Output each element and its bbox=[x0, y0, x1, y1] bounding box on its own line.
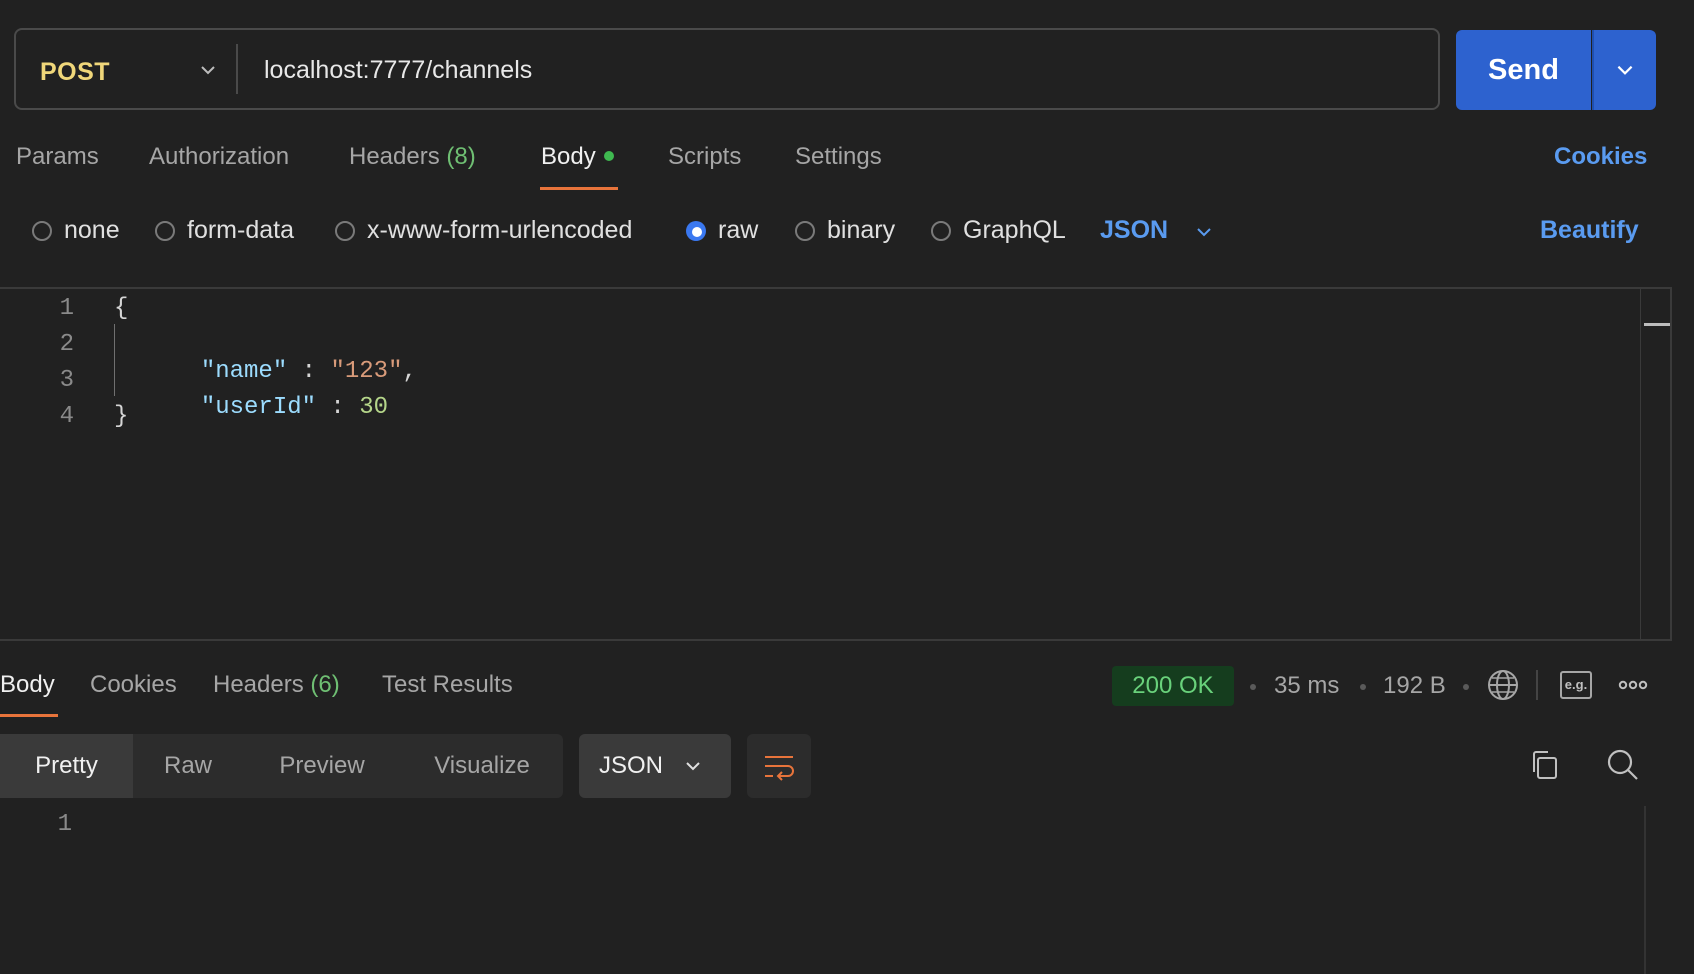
response-format-label: JSON bbox=[599, 752, 664, 779]
chevron-down-icon[interactable] bbox=[198, 60, 218, 80]
radio-button[interactable] bbox=[32, 220, 52, 241]
body-type-label: raw bbox=[718, 216, 759, 244]
body-type-form-data[interactable]: form-data bbox=[155, 216, 294, 245]
beautify-button[interactable]: Beautify bbox=[1540, 216, 1639, 245]
url-input[interactable]: localhost:7777/channels bbox=[264, 56, 532, 85]
body-type-binary[interactable]: binary bbox=[795, 216, 895, 245]
body-type-label: form-data bbox=[187, 216, 294, 244]
chevron-down-icon bbox=[1617, 65, 1633, 75]
separator-dot bbox=[1463, 684, 1469, 690]
response-time[interactable]: 35 ms bbox=[1274, 672, 1339, 700]
body-type-none[interactable]: none bbox=[32, 216, 120, 245]
body-type-label: none bbox=[64, 216, 120, 244]
response-size[interactable]: 192 B bbox=[1383, 672, 1446, 700]
response-tab-headers[interactable]: Headers (6) bbox=[213, 671, 340, 699]
tab-params[interactable]: Params bbox=[16, 143, 99, 171]
view-mode-visualize[interactable]: Visualize bbox=[410, 734, 554, 798]
response-scrollbar[interactable] bbox=[1644, 806, 1674, 974]
active-tab-underline bbox=[0, 714, 58, 717]
json-colon: : bbox=[316, 394, 360, 421]
globe-icon[interactable] bbox=[1486, 668, 1520, 702]
body-type-label: binary bbox=[827, 216, 896, 244]
code-brace-open: { bbox=[114, 295, 129, 322]
active-tab-underline bbox=[540, 187, 618, 190]
response-format-select[interactable]: JSON bbox=[579, 734, 731, 798]
copy-icon[interactable] bbox=[1528, 748, 1560, 782]
editor-scrollbar-thumb[interactable] bbox=[1644, 323, 1670, 326]
json-key: "userId" bbox=[200, 394, 317, 421]
view-mode-preview[interactable]: Preview bbox=[252, 734, 392, 798]
view-mode-pretty[interactable]: Pretty bbox=[0, 734, 133, 798]
line-number: 1 bbox=[59, 295, 74, 322]
chevron-down-icon bbox=[683, 756, 703, 776]
method-selector[interactable]: POST bbox=[40, 58, 110, 87]
status-badge[interactable]: 200 OK bbox=[1112, 666, 1234, 706]
response-tab-test-results[interactable]: Test Results bbox=[382, 671, 513, 699]
line-number: 2 bbox=[59, 331, 74, 358]
radio-button[interactable] bbox=[155, 220, 175, 241]
toolbar-divider bbox=[1536, 670, 1538, 700]
code-line: "userId" : 30 bbox=[172, 367, 388, 421]
radio-button[interactable] bbox=[931, 220, 951, 241]
body-type-raw[interactable]: raw bbox=[686, 216, 758, 245]
body-language-select[interactable]: JSON bbox=[1100, 216, 1168, 245]
response-tab-body[interactable]: Body bbox=[0, 671, 55, 699]
chevron-down-icon[interactable] bbox=[1194, 222, 1214, 242]
body-type-label: x-www-form-urlencoded bbox=[367, 216, 633, 244]
body-modified-indicator bbox=[603, 150, 614, 161]
cookies-link[interactable]: Cookies bbox=[1554, 143, 1647, 171]
radio-button-selected[interactable] bbox=[686, 220, 706, 241]
line-number: 1 bbox=[57, 811, 72, 838]
tab-headers-label: Headers bbox=[349, 143, 440, 170]
tab-authorization[interactable]: Authorization bbox=[149, 143, 289, 171]
response-tab-headers-count: (6) bbox=[310, 671, 340, 698]
example-icon[interactable]: e.g. bbox=[1560, 671, 1592, 699]
line-number: 4 bbox=[59, 403, 74, 430]
tab-body-label: Body bbox=[541, 143, 596, 170]
line-number: 3 bbox=[59, 367, 74, 394]
wrap-lines-button[interactable] bbox=[747, 734, 811, 798]
radio-button[interactable] bbox=[795, 220, 815, 241]
tab-body[interactable]: Body bbox=[541, 143, 614, 171]
code-brace-close: } bbox=[114, 403, 129, 430]
url-bar: POST localhost:7777/channels bbox=[14, 28, 1440, 110]
wrap-lines-icon bbox=[765, 756, 794, 781]
send-button[interactable]: Send bbox=[1456, 30, 1591, 110]
tab-settings[interactable]: Settings bbox=[795, 143, 882, 171]
body-type-label: GraphQL bbox=[963, 216, 1066, 244]
send-dropdown-button[interactable] bbox=[1592, 30, 1656, 110]
json-number-value: 30 bbox=[359, 394, 389, 421]
separator-dot bbox=[1360, 684, 1366, 690]
radio-button[interactable] bbox=[335, 220, 355, 241]
separator-dot bbox=[1250, 684, 1256, 690]
url-divider bbox=[236, 44, 238, 94]
json-comma: , bbox=[402, 358, 417, 385]
response-tab-headers-label: Headers bbox=[213, 671, 304, 698]
response-tab-cookies[interactable]: Cookies bbox=[90, 671, 177, 699]
tab-scripts[interactable]: Scripts bbox=[668, 143, 741, 171]
tab-headers[interactable]: Headers (8) bbox=[349, 143, 476, 171]
body-type-urlencoded[interactable]: x-www-form-urlencoded bbox=[335, 216, 632, 245]
body-type-graphql[interactable]: GraphQL bbox=[931, 216, 1066, 245]
tab-headers-count: (8) bbox=[446, 143, 476, 170]
indent-guide bbox=[114, 324, 115, 396]
editor-scrollbar[interactable] bbox=[1640, 287, 1673, 641]
more-horizontal-icon[interactable] bbox=[1618, 676, 1648, 694]
search-icon[interactable] bbox=[1606, 748, 1640, 782]
view-mode-raw[interactable]: Raw bbox=[140, 734, 236, 798]
